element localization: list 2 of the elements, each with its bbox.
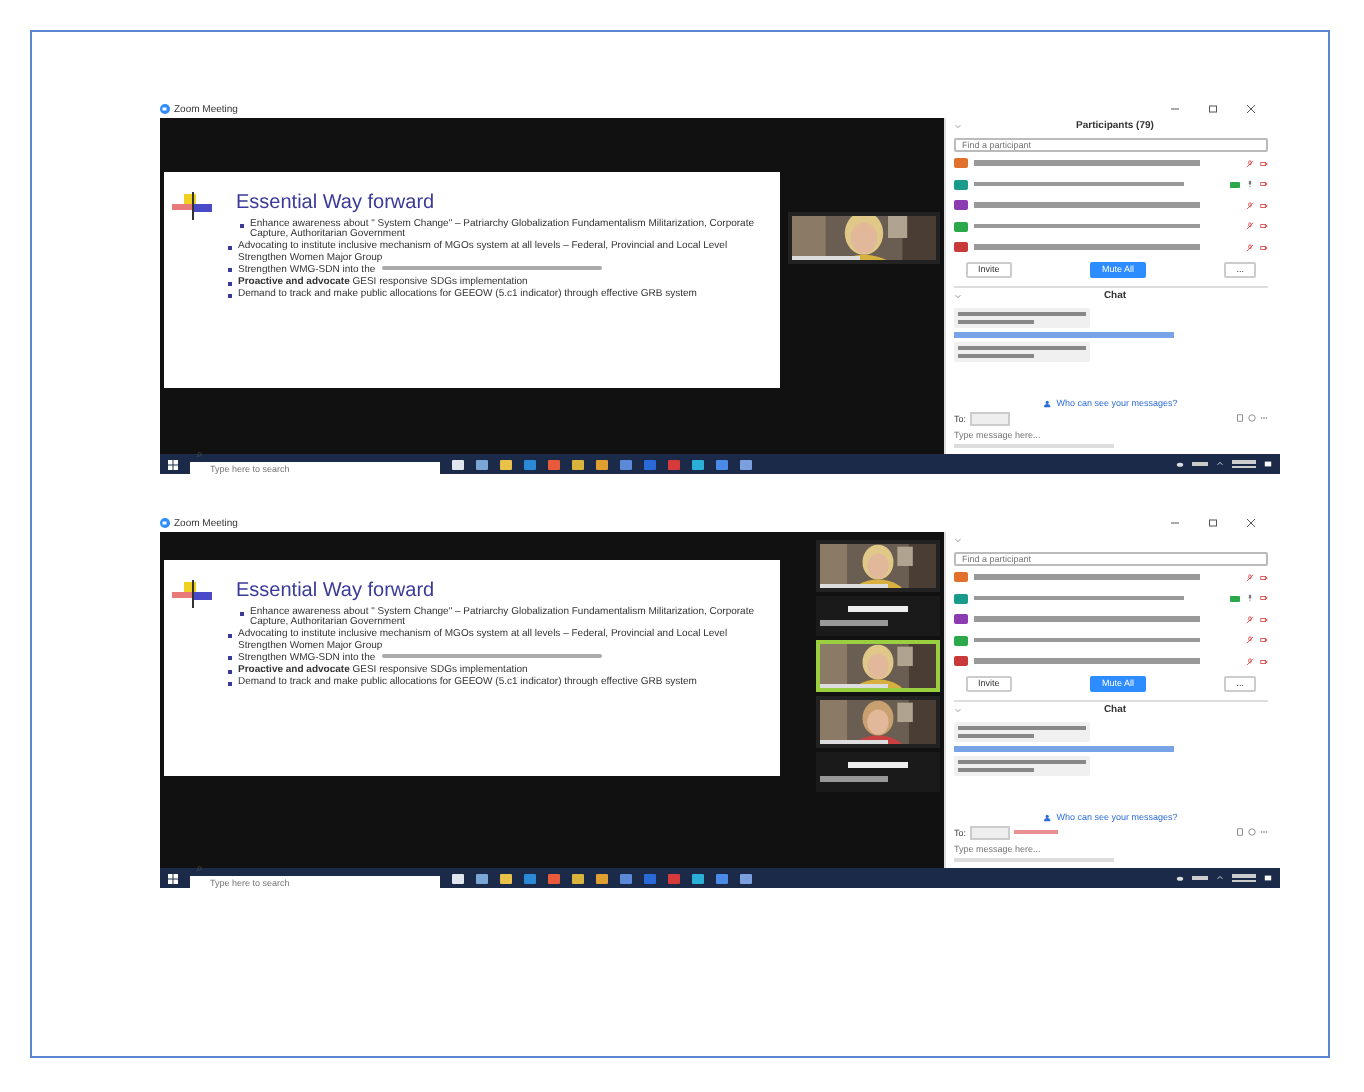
- slide-title: Essential Way forward: [236, 192, 437, 214]
- slide-title: Essential Way forward: [236, 580, 437, 602]
